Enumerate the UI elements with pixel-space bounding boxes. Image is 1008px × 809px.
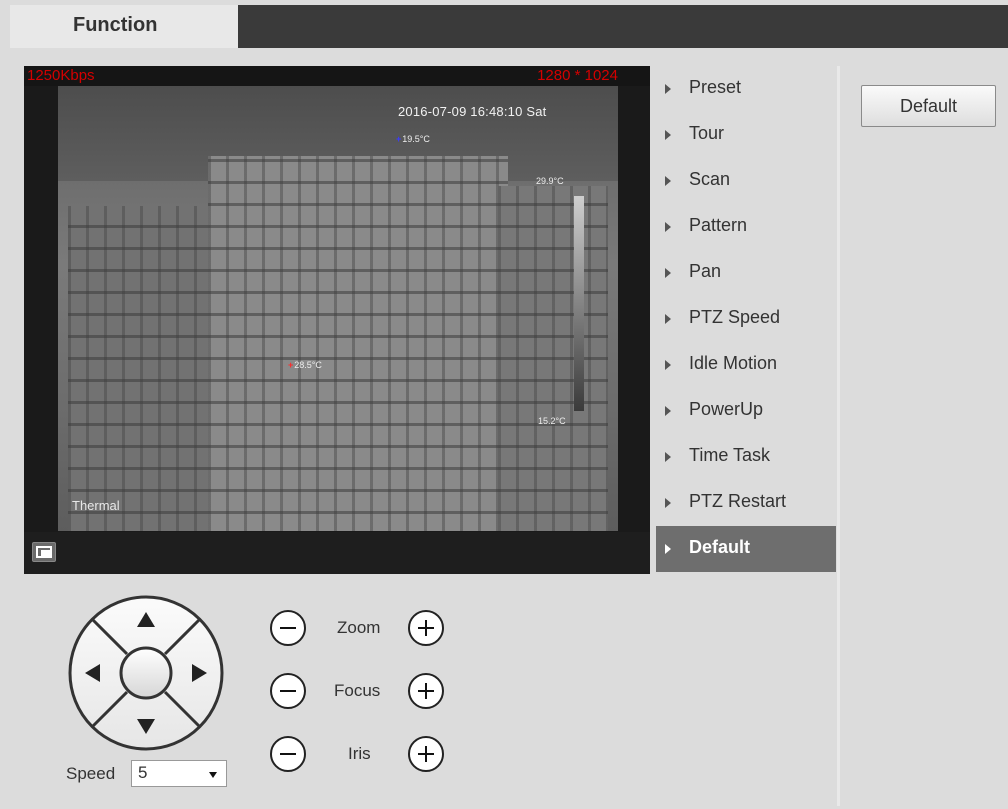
iris-label: Iris <box>348 744 371 763</box>
menu-item-time-task[interactable]: Time Task <box>656 434 836 480</box>
bitrate-readout: 1250Kbps <box>27 67 95 84</box>
resolution-readout: 1280 * 1024 <box>537 67 618 84</box>
iris-minus-button[interactable] <box>270 736 306 772</box>
temp-scale-bar <box>574 196 584 411</box>
temp-point-low: 19.5°C <box>396 134 430 144</box>
triangle-right-icon <box>665 314 671 324</box>
menu-item-label: PTZ Speed <box>689 307 781 327</box>
triangle-right-icon <box>665 498 671 508</box>
iris-plus-button[interactable] <box>408 736 444 772</box>
temp-point-high: 28.5°C <box>288 360 322 370</box>
video-toolbar <box>24 532 650 574</box>
triangle-right-icon <box>665 360 671 370</box>
tab-function-label: Function <box>73 14 158 36</box>
building-right <box>498 186 608 531</box>
osd-timestamp: 2016-07-09 16:48:10 Sat <box>398 104 547 119</box>
channel-label: Thermal <box>72 498 120 513</box>
menu-item-label: Time Task <box>689 445 771 465</box>
menu-item-ptz-speed[interactable]: PTZ Speed <box>656 296 836 342</box>
menu-item-preset[interactable]: Preset <box>656 66 836 112</box>
video-info-bar: 1250Kbps 1280 * 1024 <box>24 66 650 86</box>
video-preview[interactable]: 1250Kbps 1280 * 1024 2016-07-09 16:48:10… <box>24 66 650 574</box>
building-left <box>68 206 218 531</box>
zoom-in-button[interactable] <box>408 610 444 646</box>
zoom-label: Zoom <box>337 618 381 637</box>
speed-select[interactable]: 5 <box>131 760 227 787</box>
iris-control: Iris <box>270 736 460 778</box>
menu-item-label: Preset <box>689 77 742 97</box>
triangle-right-icon <box>665 130 671 140</box>
menu-item-tour[interactable]: Tour <box>656 112 836 158</box>
triangle-right-icon <box>665 544 671 554</box>
menu-item-label: Scan <box>689 169 731 189</box>
menu-item-label: Tour <box>689 123 725 143</box>
menu-item-default[interactable]: Default <box>656 526 836 572</box>
focus-label: Focus <box>334 681 381 700</box>
focus-minus-button[interactable] <box>270 673 306 709</box>
triangle-right-icon <box>665 222 671 232</box>
triangle-right-icon <box>665 176 671 186</box>
speed-value: 5 <box>138 763 148 782</box>
chevron-down-icon <box>209 772 217 778</box>
menu-item-label: Default <box>689 537 751 557</box>
triangle-right-icon <box>665 452 671 462</box>
menu-item-label: PTZ Restart <box>689 491 787 511</box>
ptz-direction-pad[interactable] <box>67 594 225 752</box>
focus-plus-button[interactable] <box>408 673 444 709</box>
window-mode-icon[interactable] <box>32 542 56 562</box>
menu-item-ptz-restart[interactable]: PTZ Restart <box>656 480 836 526</box>
zoom-out-button[interactable] <box>270 610 306 646</box>
menu-item-label: Pan <box>689 261 722 281</box>
menu-item-label: Idle Motion <box>689 353 778 373</box>
temp-scale-max: 29.9°C <box>536 176 564 186</box>
menu-item-pattern[interactable]: Pattern <box>656 204 836 250</box>
menu-item-label: Pattern <box>689 215 748 235</box>
triangle-right-icon <box>665 84 671 94</box>
menu-item-scan[interactable]: Scan <box>656 158 836 204</box>
zoom-control: Zoom <box>270 610 460 652</box>
triangle-right-icon <box>665 406 671 416</box>
menu-item-idle-motion[interactable]: Idle Motion <box>656 342 836 388</box>
thermal-image: 2016-07-09 16:48:10 Sat 19.5°C 28.5°C 29… <box>58 86 618 531</box>
menu-item-label: PowerUp <box>689 399 764 419</box>
building-center <box>208 156 508 531</box>
menu-item-powerup[interactable]: PowerUp <box>656 388 836 434</box>
tab-function[interactable]: Function <box>10 5 238 48</box>
focus-control: Focus <box>270 673 460 715</box>
triangle-right-icon <box>665 268 671 278</box>
speed-label: Speed <box>66 764 116 783</box>
default-button[interactable]: Default <box>861 85 996 127</box>
function-menu: Preset Tour Scan Pattern Pan PTZ Speed I… <box>656 66 836 572</box>
panel-divider <box>837 66 840 806</box>
temp-scale-min: 15.2°C <box>538 416 566 426</box>
menu-item-pan[interactable]: Pan <box>656 250 836 296</box>
